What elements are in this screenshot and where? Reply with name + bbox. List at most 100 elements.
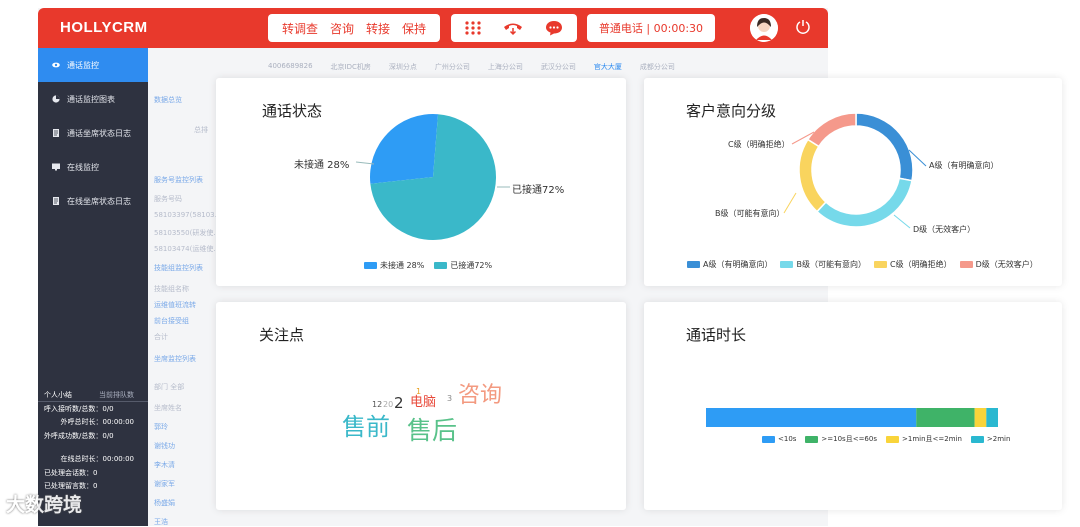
sidebar-item-label: 在线坐席状态日志 [67, 196, 131, 206]
filter-label: 部门 全部 [154, 383, 185, 391]
hangup-icon[interactable] [503, 21, 523, 36]
word-item: 1 [416, 387, 422, 396]
action-menu: 转调查 咨询 转接 保持 [268, 14, 440, 42]
legend-item[interactable]: 已接通72% [434, 260, 492, 271]
tab-queue-count[interactable]: 当前排队数 [93, 390, 148, 400]
sidebar-item-call-chart[interactable]: 通话监控图表 [38, 82, 148, 116]
table-row: 郭玲 [154, 423, 168, 431]
focus-card: 关注点 售前 售后 咨询 电脑 2 3 1 12 20 [216, 302, 626, 510]
chat-icon[interactable] [545, 20, 563, 36]
intent-donut [783, 112, 927, 229]
legend-item[interactable]: C级（明确拒绝） [873, 259, 952, 270]
bar-segment[interactable] [974, 408, 987, 427]
legend-item[interactable]: >2min [970, 435, 1010, 443]
table-header: 服务号码 [154, 195, 182, 203]
section-label: 总排 [194, 126, 208, 134]
legend-item[interactable]: <10s [762, 435, 796, 443]
duration-card: 通话时长 <10s >=10s且<=60s >1min且<=2min >2min [644, 302, 1062, 510]
table-row: 前台接受组 [154, 317, 189, 325]
pie-legend: 未接通 28% 已接通72% [364, 260, 492, 271]
brand-logo: HOLLYCRM [60, 19, 148, 36]
hold-button[interactable]: 保持 [402, 20, 426, 37]
city-tabs: 4006689826 北京IDC机房 深圳分点 广州分公司 上海分公司 武汉分公… [268, 62, 675, 72]
bar-segment[interactable] [986, 408, 998, 427]
word-item: 12 [372, 400, 383, 409]
section-label: 坐席监控列表 [154, 355, 196, 363]
slice-label: D级（无效客户） [913, 225, 976, 234]
tab-city[interactable]: 上海分公司 [488, 62, 523, 72]
legend-item[interactable]: >1min且<=2min [886, 434, 962, 444]
slice-label: 未接通 28% [294, 160, 350, 171]
table-row: 谢家军 [154, 480, 175, 488]
donut-legend: A级（有明确意向） B级（可能有意向） C级（明确拒绝） D级（无效客户） [687, 259, 1038, 270]
tab-city[interactable]: 官大大厦 [594, 62, 622, 72]
sidebar-item-label: 在线监控 [67, 162, 99, 172]
sidebar-item-seat-log[interactable]: 通话坐席状态日志 [38, 116, 148, 150]
personal-summary: 个人小结 当前排队数 呼入接听数/总数： 0/0 外呼总时长： 00:00:00 外… [38, 388, 148, 493]
avatar-icon[interactable] [750, 14, 778, 42]
legend-item[interactable]: >=10s且<=60s [805, 434, 877, 444]
transfer-button[interactable]: 转接 [366, 20, 390, 37]
doc-icon [53, 129, 59, 137]
legend-item[interactable]: A级（有明确意向） [687, 259, 772, 270]
card-title: 关注点 [259, 326, 305, 344]
tab-city[interactable]: 4006689826 [268, 62, 313, 72]
monitor-icon [52, 163, 60, 171]
sidebar-item-online-monitor[interactable]: 在线监控 [38, 150, 148, 184]
donut-slice[interactable] [815, 177, 913, 228]
table-row: 谢钱功 [154, 442, 175, 450]
legend-item[interactable]: D级（无效客户） [959, 259, 1038, 270]
label-leader-line [355, 161, 375, 165]
eye-icon [52, 62, 60, 68]
word-item: 电脑 [410, 395, 437, 410]
legend-item[interactable]: 未接通 28% [364, 260, 424, 271]
call-status-pie [355, 114, 510, 240]
tab-city[interactable]: 武汉分公司 [541, 62, 576, 72]
duration-stacked-bar [706, 408, 998, 427]
transfer-survey-button[interactable]: 转调查 [282, 20, 318, 37]
sidebar: 通话监控 通话监控图表 通话坐席状态日志 在线监控 在线坐席状态日志 个人小结 … [38, 48, 148, 526]
pie-icon [52, 95, 60, 103]
bar-legend: <10s >=10s且<=60s >1min且<=2min >2min [762, 434, 1010, 444]
call-icon-group [451, 14, 577, 42]
table-row: 杨盛娟 [154, 499, 175, 507]
table-row: 合计 [154, 333, 168, 341]
doc-icon [53, 197, 59, 205]
section-label: 服务号监控列表 [154, 176, 203, 184]
tab-city[interactable]: 北京IDC机房 [331, 62, 371, 72]
stat-row: 外呼成功数/总数： 0/0 [44, 431, 114, 440]
slice-label: C级（明确拒绝） [728, 140, 790, 149]
power-icon[interactable] [795, 18, 811, 34]
dialpad-icon[interactable] [465, 21, 481, 35]
table-row: 58103550(研发使… [154, 229, 221, 237]
donut-slice[interactable] [798, 138, 827, 213]
intent-card: 客户意向分级 C级（明确拒绝） A级（有明确意向） B级（可能有意向） D级（无… [644, 78, 1062, 286]
word-item: 3 [447, 394, 453, 403]
tab-city[interactable]: 深圳分点 [389, 62, 417, 72]
donut-slice[interactable] [806, 112, 857, 148]
sidebar-item-label: 通话坐席状态日志 [67, 128, 131, 138]
section-label: 数据总览 [154, 96, 182, 104]
bar-segment[interactable] [916, 408, 975, 427]
bar-segment[interactable] [706, 408, 917, 427]
top-header: HOLLYCRM 转调查 咨询 转接 保持 普通电话 | 00:00:30 [38, 8, 828, 48]
pie-slice[interactable] [370, 114, 439, 184]
word-item: 咨询 [458, 383, 503, 408]
donut-slice[interactable] [855, 112, 914, 182]
tab-city[interactable]: 成都分公司 [640, 62, 675, 72]
sidebar-item-call-monitor[interactable]: 通话监控 [38, 48, 148, 82]
sidebar-item-online-log[interactable]: 在线坐席状态日志 [38, 184, 148, 218]
word-item: 售前 [342, 413, 390, 441]
slice-label: B级（可能有意向） [715, 209, 785, 218]
tab-personal-summary[interactable]: 个人小结 [38, 390, 93, 400]
slice-label: 已接通72% [512, 185, 565, 196]
legend-item[interactable]: B级（可能有意向） [780, 259, 866, 270]
stat-row: 外呼总时长： 00:00:00 [60, 418, 134, 427]
label-leader-line [783, 192, 797, 214]
label-leader-line [893, 214, 911, 229]
call-status-card: 通话状态 未接通 28% 已接通72% 未接通 28% 已接通72% [216, 78, 626, 286]
table-header: 技能组名称 [154, 285, 189, 293]
sidebar-item-label: 通话监控 [67, 60, 99, 70]
consult-button[interactable]: 咨询 [330, 20, 354, 37]
tab-city[interactable]: 广州分公司 [435, 62, 470, 72]
